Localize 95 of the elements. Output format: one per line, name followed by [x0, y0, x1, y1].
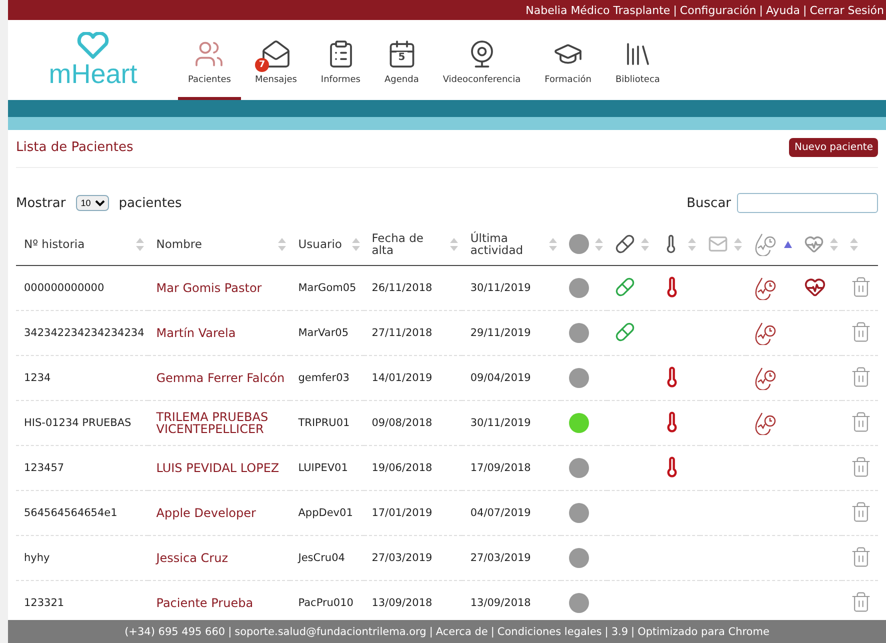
column-header[interactable]: Usuario — [298, 238, 342, 250]
footer-link[interactable]: Condiciones legales — [497, 626, 602, 638]
table-cell: MarVar05 — [290, 310, 364, 356]
nav-tab[interactable]: Formación — [534, 20, 602, 100]
table-cell: 17/09/2018 — [462, 446, 561, 490]
patient-name-link[interactable]: LUIS PEVIDAL LOPEZ — [156, 462, 286, 474]
nav-tab[interactable]: Videoconferencia — [432, 20, 531, 100]
drop-gauge-icon — [754, 276, 778, 300]
people-icon — [194, 39, 224, 69]
table-cell: 30/11/2019 — [462, 266, 561, 310]
column-header[interactable]: Nombre — [156, 238, 202, 250]
page-size-select[interactable]: 10 — [76, 195, 109, 211]
status-dot-icon — [569, 234, 589, 254]
patient-name-link[interactable]: Gemma Ferrer Falcón — [156, 372, 286, 384]
table-cell: 17/01/2019 — [364, 490, 462, 536]
trash-icon[interactable] — [850, 276, 872, 298]
search-label: Buscar — [686, 196, 731, 210]
footer-text: (+34) 695 495 660 — [124, 626, 226, 638]
drop-gauge-icon — [754, 411, 778, 435]
patient-name-link[interactable]: Paciente Prueba — [156, 597, 286, 609]
table-cell: 1234 — [16, 356, 148, 400]
table-cell: 123457 — [16, 446, 148, 490]
trash-icon[interactable] — [850, 590, 872, 612]
separator: | — [673, 4, 677, 16]
table-cell: 09/04/2019 — [462, 356, 561, 400]
show-label: Mostrar — [16, 196, 66, 210]
footer-link[interactable]: Acerca de — [436, 626, 488, 638]
envelope-icon — [708, 234, 728, 254]
column-header[interactable]: Nº historia — [24, 238, 85, 250]
envelope-icon — [260, 39, 291, 69]
column-header[interactable]: Última actividad — [470, 232, 540, 256]
table-cell: 27/03/2019 — [462, 536, 561, 580]
table-cell: JesCru04 — [290, 536, 364, 580]
table-cell: 342342234234234234 — [16, 310, 148, 356]
table-cell: 564564564654e1 — [16, 490, 148, 536]
table-cell: AppDev01 — [290, 490, 364, 536]
pill-icon — [615, 234, 636, 254]
trash-icon[interactable] — [850, 410, 872, 432]
table-cell: 27/03/2019 — [364, 536, 462, 580]
heart-logo-icon — [76, 32, 110, 60]
nav-tab[interactable]: Biblioteca — [606, 20, 670, 100]
patient-name-link[interactable]: Martín Varela — [156, 327, 286, 339]
separator: | — [228, 626, 232, 638]
top-link[interactable]: Cerrar Sesión — [810, 4, 884, 16]
separator: | — [802, 4, 807, 16]
table-cell: hyhy — [16, 536, 148, 580]
table-cell: LUIPEV01 — [290, 446, 364, 490]
nav-tab[interactable]: Informes — [310, 20, 370, 100]
patient-name-link[interactable]: Apple Developer — [156, 507, 286, 519]
notification-badge: 7 — [254, 58, 269, 72]
footer-text: soporte.salud@fundaciontrilema.org — [234, 626, 426, 638]
table-cell: 30/11/2019 — [462, 400, 561, 446]
table-cell: 29/11/2019 — [462, 310, 561, 356]
nav-tab[interactable]: 7 Mensajes — [244, 20, 307, 100]
trash-icon[interactable] — [850, 546, 872, 568]
patient-name-link[interactable]: TRILEMA PRUEBAS VICENTEPELLICER — [156, 411, 286, 435]
separator: | — [631, 626, 635, 638]
top-link[interactable]: Configuración — [680, 4, 756, 16]
table-cell: 26/11/2018 — [364, 266, 462, 310]
table-cell: 000000000000 — [16, 266, 148, 310]
table-cell: 04/07/2019 — [462, 490, 561, 536]
patient-name-link[interactable]: Mar Gomis Pastor — [156, 282, 286, 294]
top-link[interactable]: Ayuda — [766, 4, 800, 16]
trash-icon[interactable] — [850, 500, 872, 522]
new-patient-button[interactable]: Nuevo paciente — [789, 138, 878, 157]
separator: | — [604, 626, 608, 638]
trash-icon[interactable] — [850, 366, 872, 388]
separator: | — [490, 626, 494, 638]
page-title: Lista de Pacientes — [16, 140, 134, 155]
search-field[interactable] — [737, 193, 878, 213]
table-cell: 27/11/2018 — [364, 310, 462, 356]
table-cell: MarGom05 — [290, 266, 364, 310]
nav-tab[interactable]: 5 Agenda — [374, 20, 429, 100]
table-cell: 19/06/2018 — [364, 446, 462, 490]
drop-gauge-icon — [754, 232, 778, 256]
trash-icon[interactable] — [850, 456, 872, 478]
footer-text: 3.9 — [611, 626, 628, 638]
heart-pulse-icon — [804, 234, 824, 254]
table-cell: 09/08/2018 — [364, 400, 462, 446]
footer-text: Optimizado para Chrome — [638, 626, 770, 638]
trash-icon[interactable] — [850, 320, 872, 342]
table-cell: TRIPRU01 — [290, 400, 364, 446]
table-cell: 14/01/2019 — [364, 356, 462, 400]
top-link[interactable]: Nabelia Médico Trasplante — [526, 4, 670, 16]
table-cell: HIS-01234 PRUEBAS — [16, 400, 148, 446]
column-header[interactable]: Fecha de alta — [372, 232, 442, 256]
patient-name-link[interactable]: Jessica Cruz — [156, 552, 286, 564]
logo-text: mHeart — [48, 60, 138, 88]
separator: | — [429, 626, 433, 638]
drop-gauge-icon — [754, 366, 778, 390]
table-cell: gemfer03 — [290, 356, 364, 400]
calendar-day: 5 — [396, 52, 408, 63]
separator: | — [759, 4, 763, 16]
drop-gauge-icon — [754, 321, 778, 345]
entries-label: pacientes — [118, 196, 182, 210]
